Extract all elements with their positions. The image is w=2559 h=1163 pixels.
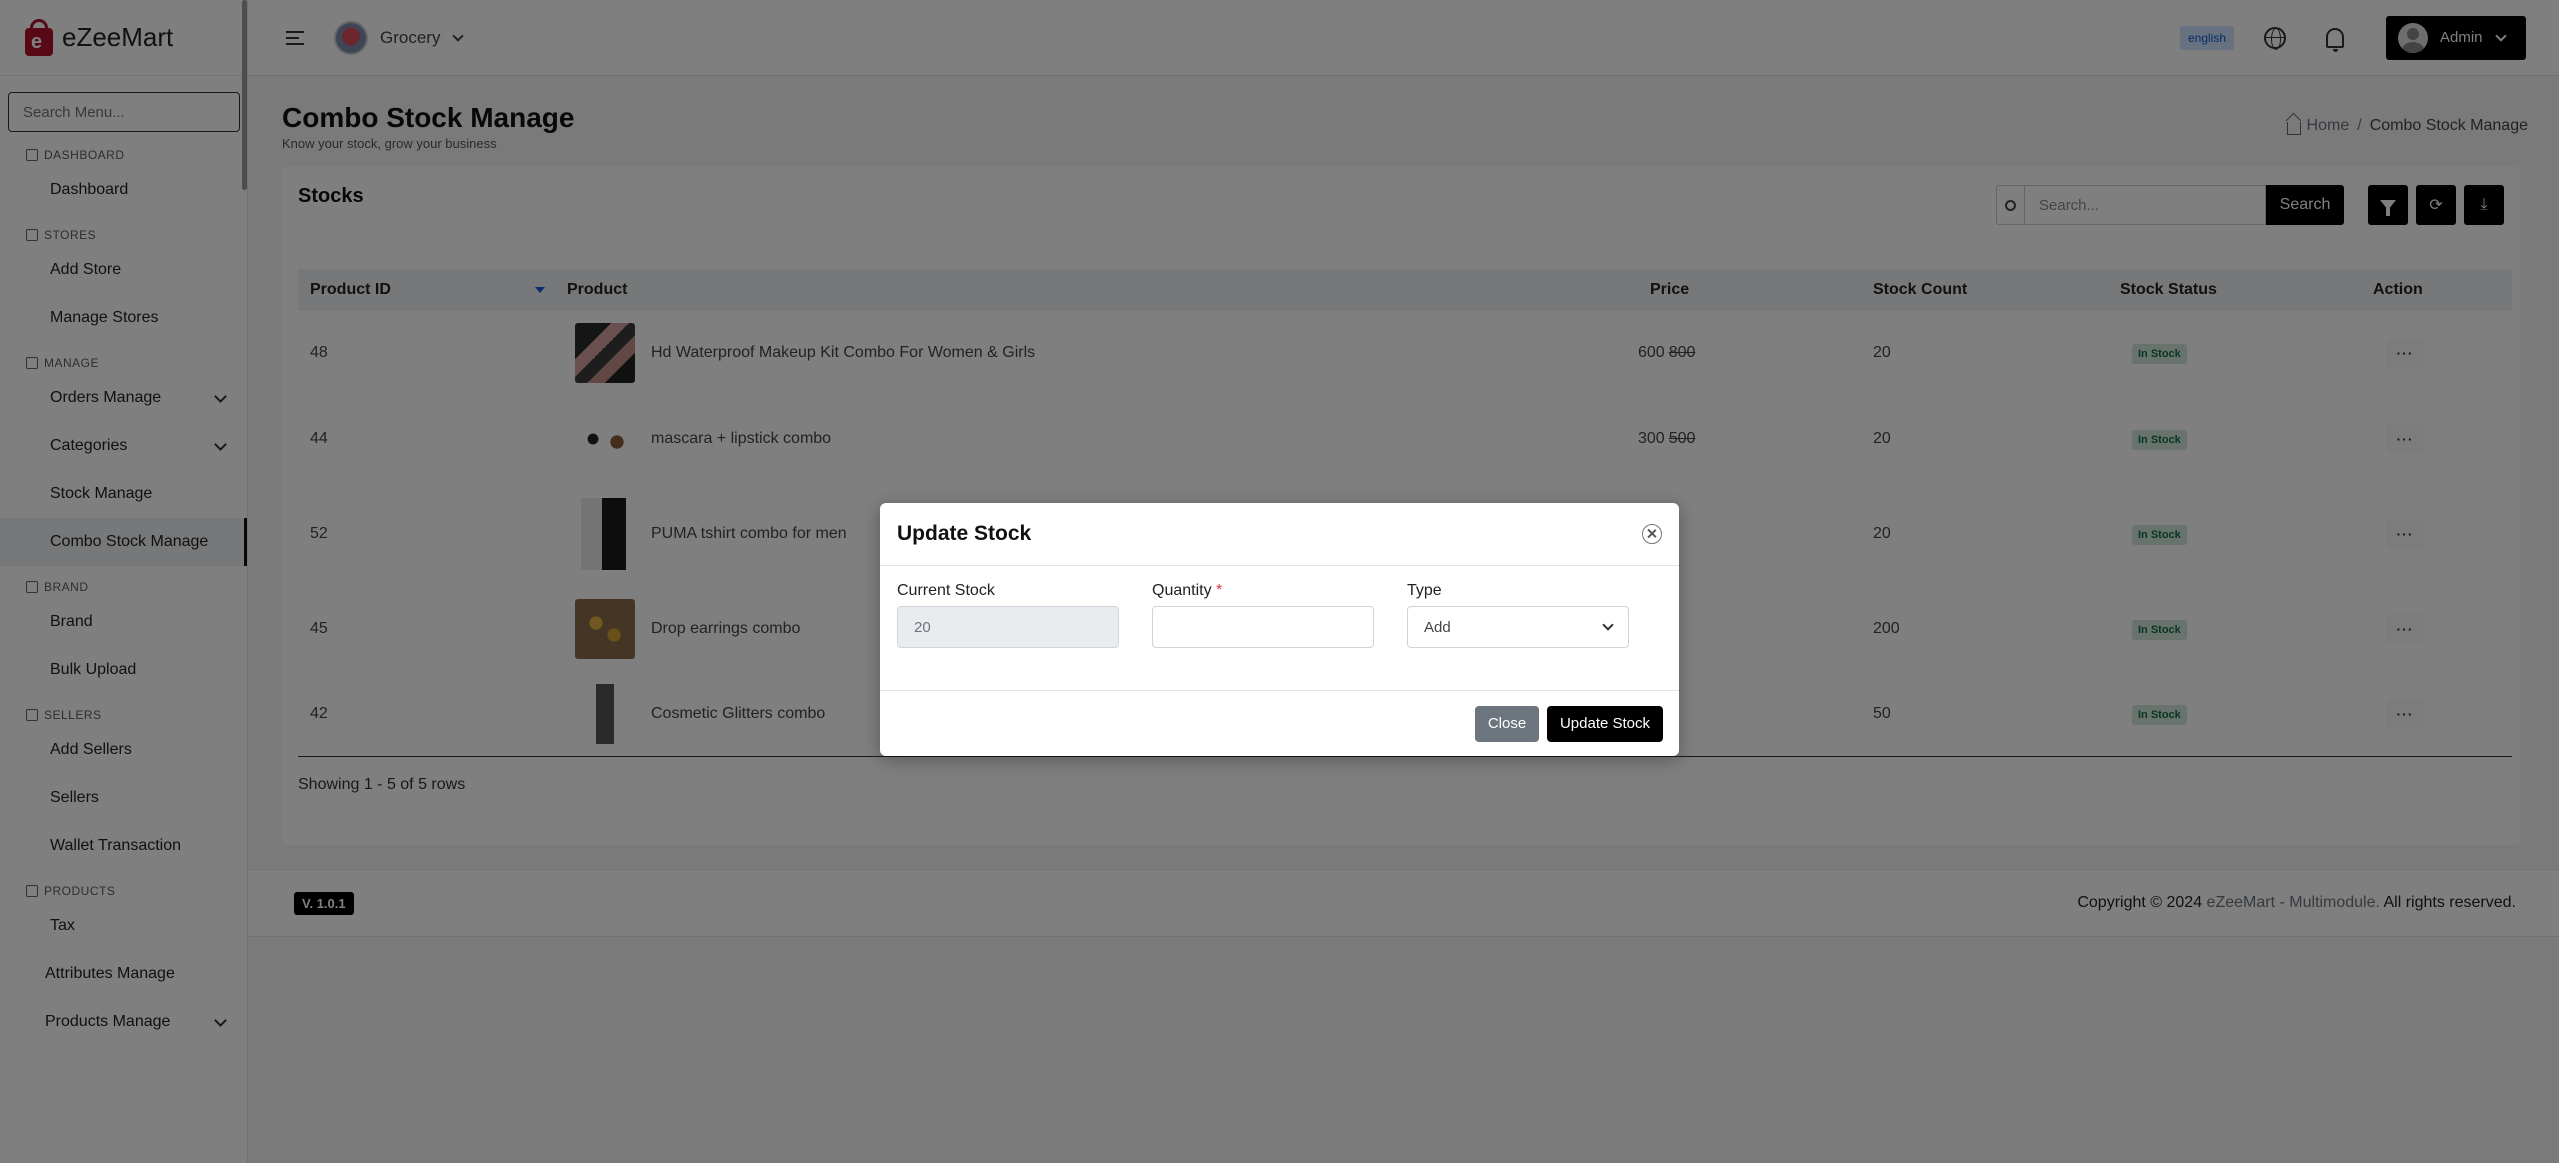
current-stock-group: Current Stock 20 [897, 582, 1119, 690]
close-icon[interactable] [1642, 524, 1662, 544]
type-group: Type Add [1407, 582, 1629, 690]
update-stock-modal: Update Stock Current Stock 20 Quantity *… [880, 503, 1679, 756]
modal-title: Update Stock [897, 522, 1032, 545]
current-stock-field: 20 [897, 606, 1119, 648]
current-stock-label: Current Stock [897, 582, 995, 599]
chevron-down-icon [1602, 619, 1614, 631]
type-label: Type [1407, 582, 1442, 599]
quantity-group: Quantity * [1152, 582, 1374, 690]
close-button[interactable]: Close [1475, 705, 1539, 742]
quantity-label: Quantity * [1152, 582, 1223, 599]
update-stock-button[interactable]: Update Stock [1547, 705, 1663, 742]
quantity-field[interactable] [1152, 606, 1374, 648]
type-select[interactable]: Add [1407, 606, 1629, 648]
